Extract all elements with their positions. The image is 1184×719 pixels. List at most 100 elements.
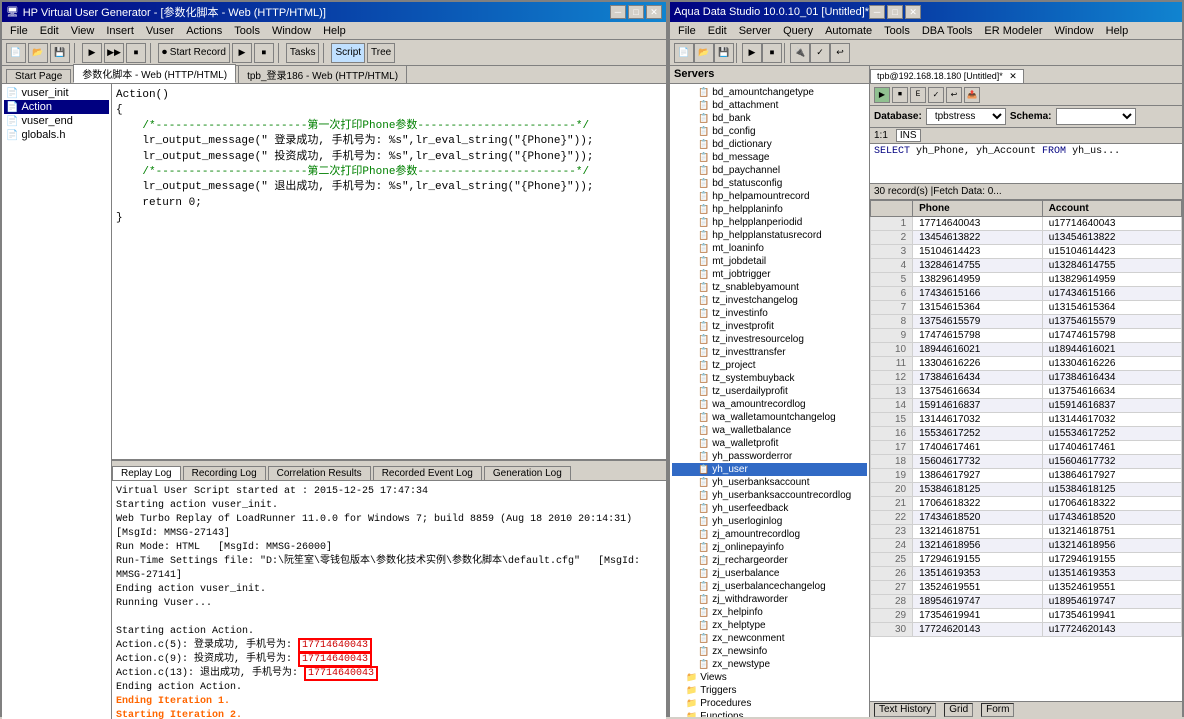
- tree-item-vuser-init[interactable]: 📄 vuser_init: [4, 86, 109, 100]
- schema-dropdown[interactable]: [1056, 108, 1136, 125]
- table-row[interactable]: 18 15604617732 u15604617732: [871, 455, 1182, 469]
- st-zj-withdraw[interactable]: 📋zj_withdraworder: [672, 593, 867, 606]
- status-grid[interactable]: Grid: [944, 703, 973, 717]
- st-zj-onlinepay[interactable]: 📋zj_onlinepayinfo: [672, 541, 867, 554]
- toolbar-tree[interactable]: Tree: [367, 43, 395, 63]
- st-tz-investchangelog[interactable]: 📋tz_investchangelog: [672, 294, 867, 307]
- st-bd-attachment[interactable]: 📋bd_attachment: [672, 99, 867, 112]
- toolbar-compile[interactable]: ▶: [82, 43, 102, 63]
- st-zx-helptype[interactable]: 📋zx_helptype: [672, 619, 867, 632]
- st-yh-user[interactable]: 📋yh_user: [672, 463, 867, 476]
- table-row[interactable]: 30 17724620143 u17724620143: [871, 623, 1182, 637]
- menu-actions[interactable]: Actions: [180, 24, 228, 38]
- st-bd-dictionary[interactable]: 📋bd_dictionary: [672, 138, 867, 151]
- tab-login[interactable]: tpb_登录186 - Web (HTTP/HTML): [238, 65, 407, 83]
- toolbar-play[interactable]: ▶: [232, 43, 252, 63]
- st-procedures[interactable]: 📁Procedures: [672, 697, 867, 710]
- ads-menu-tools[interactable]: Tools: [878, 24, 916, 38]
- minimize-button[interactable]: ─: [610, 5, 626, 19]
- st-yh-userfeedback[interactable]: 📋yh_userfeedback: [672, 502, 867, 515]
- table-row[interactable]: 26 13514619353 u13514619353: [871, 567, 1182, 581]
- st-mt-jobdetail[interactable]: 📋mt_jobdetail: [672, 255, 867, 268]
- st-bd-amountchangetype[interactable]: 📋bd_amountchangetype: [672, 86, 867, 99]
- st-functions[interactable]: 📁Functions: [672, 710, 867, 717]
- st-zj-amountrecord[interactable]: 📋zj_amountrecordlog: [672, 528, 867, 541]
- table-row[interactable]: 1 17714640043 u17714640043: [871, 217, 1182, 231]
- table-row[interactable]: 27 13524619551 u13524619551: [871, 581, 1182, 595]
- st-zx-newconment[interactable]: 📋zx_newconment: [672, 632, 867, 645]
- table-row[interactable]: 3 15104614423 u15104614423: [871, 245, 1182, 259]
- toolbar-stop[interactable]: ⏹: [126, 43, 146, 63]
- table-row[interactable]: 19 13864617927 u13864617927: [871, 469, 1182, 483]
- st-tz-investresource[interactable]: 📋tz_investresourcelog: [672, 333, 867, 346]
- toolbar-run[interactable]: ▶▶: [104, 43, 124, 63]
- ads-menu-dba[interactable]: DBA Tools: [916, 24, 979, 38]
- st-zx-newsinfo[interactable]: 📋zx_newsinfo: [672, 645, 867, 658]
- menu-view[interactable]: View: [65, 24, 101, 38]
- st-bd-message[interactable]: 📋bd_message: [672, 151, 867, 164]
- menu-tools[interactable]: Tools: [228, 24, 266, 38]
- q-btn-stop[interactable]: ⏹: [892, 87, 908, 103]
- menu-edit[interactable]: Edit: [34, 24, 65, 38]
- table-row[interactable]: 6 17434615166 u17434615166: [871, 287, 1182, 301]
- st-zx-newstype[interactable]: 📋zx_newstype: [672, 658, 867, 671]
- tree-item-vuser-end[interactable]: 📄 vuser_end: [4, 114, 109, 128]
- table-row[interactable]: 14 15914616837 u15914616837: [871, 399, 1182, 413]
- table-row[interactable]: 22 17434618520 u17434618520: [871, 511, 1182, 525]
- table-row[interactable]: 15 13144617032 u13144617032: [871, 413, 1182, 427]
- table-row[interactable]: 28 18954619747 u18954619747: [871, 595, 1182, 609]
- toolbar-stop2[interactable]: ⏹: [254, 43, 274, 63]
- table-row[interactable]: 7 13154615364 u13154615364: [871, 301, 1182, 315]
- ads-maximize[interactable]: □: [887, 5, 903, 19]
- table-row[interactable]: 10 18944616021 u18944616021: [871, 343, 1182, 357]
- toolbar-script[interactable]: Script: [331, 43, 365, 63]
- sql-editor[interactable]: SELECT yh_Phone, yh_Account FROM yh_us..…: [870, 144, 1182, 184]
- table-row[interactable]: 20 15384618125 u15384618125: [871, 483, 1182, 497]
- st-hp-helpplaninfo[interactable]: 📋hp_helpplaninfo: [672, 203, 867, 216]
- menu-vuser[interactable]: Vuser: [140, 24, 180, 38]
- log-tab-replay[interactable]: Replay Log: [112, 466, 181, 480]
- ads-menu-er[interactable]: ER Modeler: [978, 24, 1048, 38]
- status-text-history[interactable]: Text History: [874, 703, 936, 717]
- st-wa-amountrecord[interactable]: 📋wa_amountrecordlog: [672, 398, 867, 411]
- ads-toolbar-save[interactable]: 💾: [714, 43, 734, 63]
- log-tab-recording[interactable]: Recording Log: [183, 466, 266, 480]
- st-tz-systembuyback[interactable]: 📋tz_systembuyback: [672, 372, 867, 385]
- toolbar-open[interactable]: 📂: [28, 43, 48, 63]
- tab-start-page[interactable]: Start Page: [6, 69, 71, 83]
- ads-menu-server[interactable]: Server: [733, 24, 777, 38]
- st-tz-investtransfer[interactable]: 📋tz_investtransfer: [672, 346, 867, 359]
- ads-toolbar-stop[interactable]: ⏹: [762, 43, 782, 63]
- ads-menu-edit[interactable]: Edit: [702, 24, 733, 38]
- ads-toolbar-commit[interactable]: ✓: [810, 43, 830, 63]
- st-mt-jobtrigger[interactable]: 📋mt_jobtrigger: [672, 268, 867, 281]
- st-hp-helpamount[interactable]: 📋hp_helpamountrecord: [672, 190, 867, 203]
- ads-menu-automate[interactable]: Automate: [819, 24, 878, 38]
- table-row[interactable]: 16 15534617252 u15534617252: [871, 427, 1182, 441]
- st-yh-userloginlog[interactable]: 📋yh_userloginlog: [672, 515, 867, 528]
- q-btn-export[interactable]: 📤: [964, 87, 980, 103]
- st-tz-snable[interactable]: 📋tz_snablebyamount: [672, 281, 867, 294]
- st-zx-helpinfo[interactable]: 📋zx_helpinfo: [672, 606, 867, 619]
- toolbar-start-record[interactable]: ⏺ Start Record: [158, 43, 230, 63]
- st-bd-paychannel[interactable]: 📋bd_paychannel: [672, 164, 867, 177]
- table-row[interactable]: 2 13454613822 u13454613822: [871, 231, 1182, 245]
- table-row[interactable]: 24 13214618956 u13214618956: [871, 539, 1182, 553]
- st-views[interactable]: 📁Views: [672, 671, 867, 684]
- ads-toolbar-rollback[interactable]: ↩: [830, 43, 850, 63]
- menu-window[interactable]: Window: [266, 24, 317, 38]
- table-row[interactable]: 25 17294619155 u17294619155: [871, 553, 1182, 567]
- table-row[interactable]: 11 13304616226 u13304616226: [871, 357, 1182, 371]
- ads-menu-query[interactable]: Query: [777, 24, 819, 38]
- st-tz-userdaily[interactable]: 📋tz_userdailyprofit: [672, 385, 867, 398]
- query-tab-close[interactable]: ✕: [1009, 71, 1017, 81]
- q-btn-run[interactable]: ▶: [874, 87, 890, 103]
- st-yh-userbanklog[interactable]: 📋yh_userbanksaccountrecordlog: [672, 489, 867, 502]
- table-row[interactable]: 21 17064618322 u17064618322: [871, 497, 1182, 511]
- q-btn-rollback[interactable]: ↩: [946, 87, 962, 103]
- q-btn-commit[interactable]: ✓: [928, 87, 944, 103]
- ads-toolbar-run[interactable]: ▶: [742, 43, 762, 63]
- st-bd-config[interactable]: 📋bd_config: [672, 125, 867, 138]
- menu-insert[interactable]: Insert: [100, 24, 140, 38]
- table-row[interactable]: 23 13214618751 u13214618751: [871, 525, 1182, 539]
